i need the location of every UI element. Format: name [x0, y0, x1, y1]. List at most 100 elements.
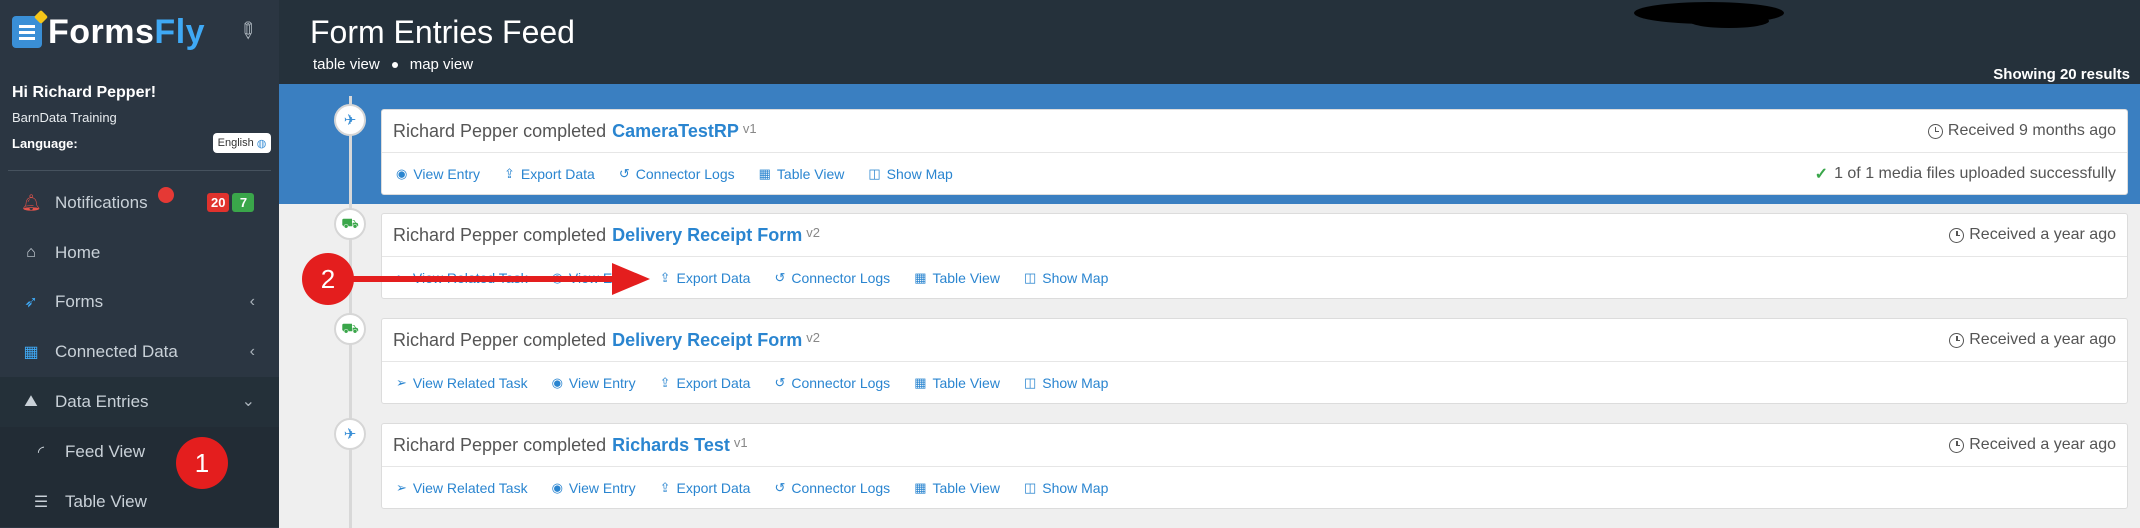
export-icon: ⇪ — [504, 166, 515, 181]
sidebar-item-label: Notifications — [55, 193, 148, 212]
sidebar-item-home[interactable]: ⌂ Home — [0, 228, 279, 278]
action-label: Export Data — [676, 270, 751, 286]
table-view-link[interactable]: ▦ Table View — [759, 166, 845, 182]
plane-icon: ✈ — [334, 104, 366, 136]
eye-icon: ◉ — [551, 375, 563, 390]
eye-icon: ◉ — [551, 480, 563, 495]
rss-feed-icon: ◜ — [37, 444, 45, 461]
sidebar-item-label: Home — [55, 243, 101, 262]
history-icon: ↺ — [618, 166, 630, 181]
sidebar-item-connected-data[interactable]: ▦ Connected Data ‹ — [0, 327, 279, 377]
view-related-task-link[interactable]: ➢ View Related Task — [396, 480, 528, 496]
entry-header: Richard Pepper completed Delivery Receip… — [382, 319, 2127, 362]
received-text: Received a year ago — [1969, 226, 2116, 243]
view-entry-link[interactable]: ◉ View Entry — [552, 480, 636, 496]
home-icon: ⌂ — [26, 244, 36, 261]
send-icon: ➢ — [396, 480, 407, 495]
export-data-link[interactable]: ⇪ Export Data — [660, 480, 751, 496]
view-entry-link[interactable]: ◉ View Entry — [396, 166, 480, 182]
history-icon: ↺ — [774, 480, 786, 495]
map-icon: ◫ — [868, 166, 881, 181]
logo-text: FormsFly — [48, 13, 205, 52]
entry-form-link[interactable]: Delivery Receipt Form — [612, 330, 802, 351]
entry-version: v1 — [742, 120, 757, 136]
table-icon: ▦ — [914, 270, 927, 285]
entry-received: Received a year ago — [1949, 331, 2116, 349]
entry-form-link[interactable]: Delivery Receipt Form — [612, 225, 802, 246]
media-upload-status: ✓ 1 of 1 media files uploaded successfull… — [1815, 164, 2116, 184]
send-icon: ➢ — [396, 375, 407, 390]
entry-user-text: Richard Pepper completed — [393, 120, 607, 141]
sidebar-item-feed-view[interactable]: ◜ Feed View — [0, 427, 279, 477]
pin-icon[interactable]: ✎ — [232, 15, 263, 46]
clock-icon — [1949, 437, 1965, 453]
chevron-left-icon: ‹ — [249, 293, 255, 310]
connector-logs-link[interactable]: ↺ Connector Logs — [774, 480, 890, 496]
annotation-marker-2: 2 — [302, 253, 354, 305]
sidebar-divider — [8, 170, 271, 171]
language-selector[interactable]: English ◍ — [213, 133, 271, 153]
table-icon: ▦ — [914, 375, 927, 390]
media-status-text: 1 of 1 media files uploaded successfully — [1834, 165, 2116, 182]
connector-logs-link[interactable]: ↺ Connector Logs — [774, 270, 890, 286]
show-map-link[interactable]: ◫ Show Map — [868, 166, 952, 182]
chevron-down-icon: ⌄ — [241, 393, 255, 410]
action-label: Connector Logs — [635, 166, 735, 182]
sidebar-item-table-view[interactable]: ☰ Table View — [0, 477, 279, 527]
map-icon: ◫ — [1023, 270, 1037, 285]
view-related-task-link[interactable]: ➢ View Related Task — [396, 375, 528, 391]
action-label: View Entry — [568, 480, 636, 496]
plane-icon: ✈ — [334, 418, 366, 450]
action-label: Export Data — [676, 375, 751, 391]
user-greeting: Hi Richard Pepper! — [12, 84, 157, 101]
entry-actions: ◉ View Entry ⇪ Export Data ↺ Connector Logs… — [382, 153, 2127, 195]
entry-user-text: Richard Pepper completed — [393, 329, 607, 350]
table-view-link[interactable]: ▦ Table View — [914, 480, 1000, 496]
annotation-marker-1: 1 — [176, 437, 228, 489]
entry-card: Richard Pepper completed Delivery Receip… — [381, 318, 2128, 404]
export-data-link[interactable]: ⇪ Export Data — [660, 270, 751, 286]
organization-name: BarnData Training — [12, 110, 117, 125]
notification-badges: 20 7 — [207, 193, 255, 212]
view-entry-link[interactable]: ◉ View Entry — [552, 375, 636, 391]
export-data-link[interactable]: ⇪ Export Data — [660, 375, 751, 391]
entry-form-link[interactable]: CameraTestRP — [612, 121, 739, 142]
action-label: Show Map — [1042, 480, 1109, 496]
show-map-link[interactable]: ◫ Show Map — [1024, 270, 1108, 286]
map-view-link[interactable]: map view — [410, 56, 473, 73]
entry-form-link[interactable]: Richards Test — [612, 435, 730, 456]
annotation-arrow-line — [352, 276, 614, 282]
action-label: View Related Task — [412, 480, 528, 496]
sidebar-item-forms[interactable]: ➶ Forms ‹ — [0, 277, 279, 327]
entry-card: Richard Pepper completed Richards Test v… — [381, 423, 2128, 509]
history-icon: ↺ — [774, 270, 786, 285]
sidebar-item-data-entries[interactable]: ⛰ Data Entries ⌄ — [0, 377, 279, 427]
formsfly-logo[interactable]: FormsFly — [12, 10, 205, 54]
check-icon: ✓ — [1814, 166, 1829, 183]
table-view-link[interactable]: ▦ Table View — [914, 375, 1000, 391]
redaction-mark — [1689, 14, 1769, 28]
action-label: Show Map — [1042, 270, 1109, 286]
action-label: Export Data — [676, 480, 751, 496]
show-map-link[interactable]: ◫ Show Map — [1024, 375, 1108, 391]
results-count: Showing 20 results — [1993, 66, 2130, 83]
table-grid-icon: ▦ — [23, 344, 39, 361]
table-view-link[interactable]: table view — [313, 56, 380, 73]
clock-icon — [1949, 227, 1965, 243]
export-data-link[interactable]: ⇪ Export Data — [504, 166, 595, 182]
connector-logs-link[interactable]: ↺ Connector Logs — [774, 375, 890, 391]
entry-header: Richard Pepper completed Delivery Receip… — [382, 214, 2127, 257]
history-icon: ↺ — [774, 375, 786, 390]
sidebar-item-label: Table View — [65, 492, 147, 511]
action-label: Table View — [932, 480, 1000, 496]
export-icon: ⇪ — [659, 270, 671, 285]
logo-text-forms: Forms — [48, 12, 155, 51]
sidebar-item-notifications[interactable]: 🔔︎ Notifications 20 7 — [0, 178, 279, 228]
clock-icon — [1927, 123, 1943, 139]
show-map-link[interactable]: ◫ Show Map — [1024, 480, 1108, 496]
action-label: Export Data — [520, 166, 595, 182]
entry-user-text: Richard Pepper completed — [393, 224, 607, 245]
connector-logs-link[interactable]: ↺ Connector Logs — [619, 166, 735, 182]
entry-header: Richard Pepper completed CameraTestRP v1… — [382, 110, 2127, 153]
table-view-link[interactable]: ▦ Table View — [914, 270, 1000, 286]
